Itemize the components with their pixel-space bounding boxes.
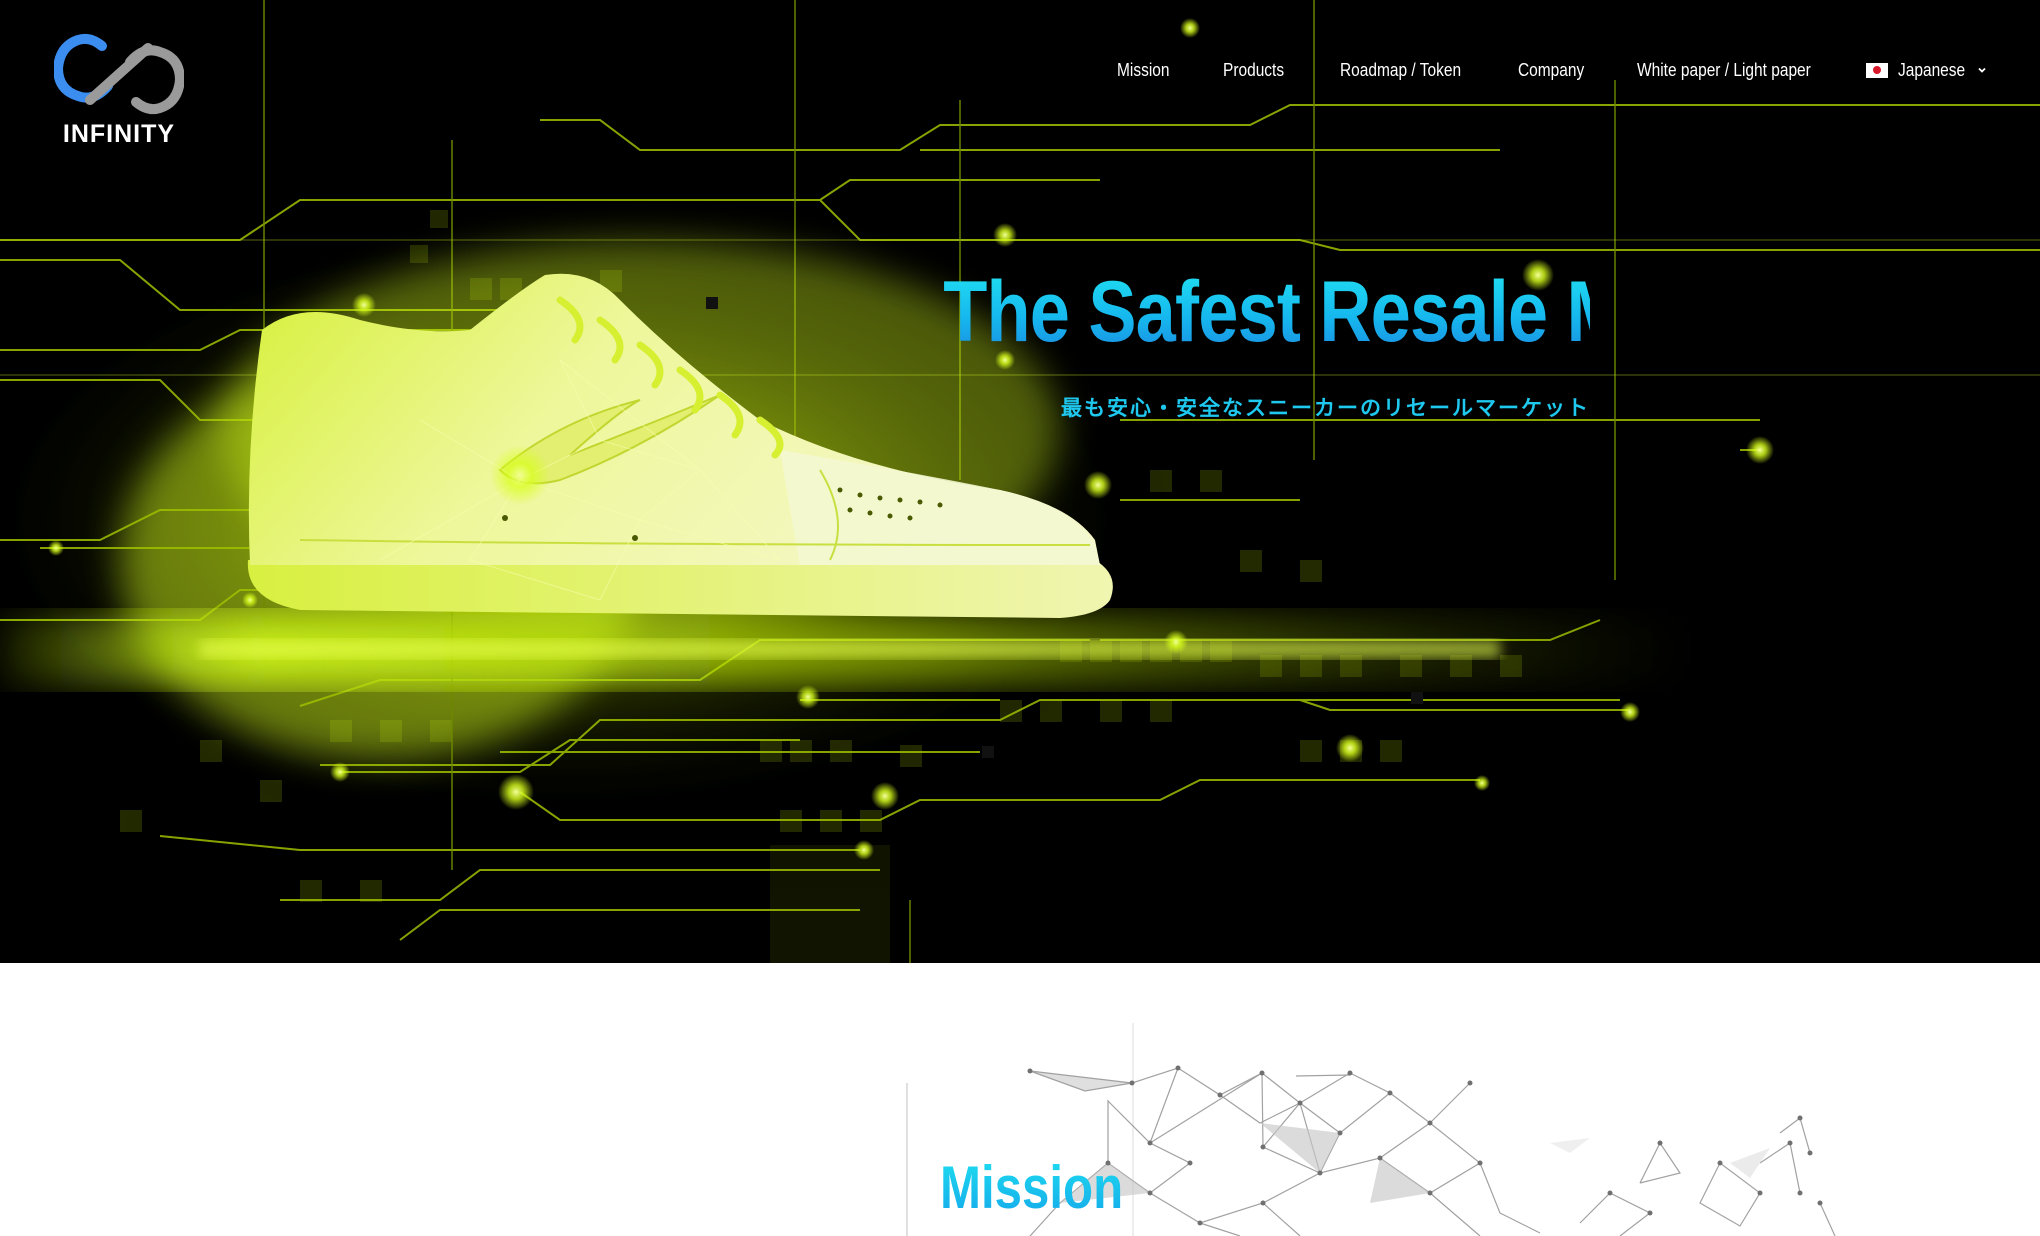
brand-name: INFINITY [62, 120, 176, 148]
hero-background-art [0, 0, 2040, 963]
hero-title: The Safest Resale Market [943, 264, 1795, 360]
language-selector[interactable]: Japanese [1866, 56, 1988, 84]
infinity-logo-icon [54, 33, 184, 115]
nav-item-white-paper[interactable]: White paper / Light paper [1637, 56, 1811, 84]
page: INFINITY Mission Products Roadmap / Toke… [0, 0, 2040, 1236]
chevron-down-icon [1978, 67, 1986, 73]
language-label: Japanese [1898, 59, 1966, 80]
japan-flag-icon [1866, 62, 1888, 78]
hero-section: INFINITY Mission Products Roadmap / Toke… [0, 0, 2040, 963]
main-nav: Mission Products Roadmap / Token Company… [1100, 56, 2000, 86]
nav-item-roadmap-token[interactable]: Roadmap / Token [1340, 56, 1461, 84]
nav-item-mission[interactable]: Mission [1117, 56, 1169, 84]
brand-logo[interactable]: INFINITY [54, 32, 184, 148]
mission-title: Mission [940, 1154, 1124, 1221]
nav-item-company[interactable]: Company [1518, 56, 1584, 84]
hero-subtitle: 最も安心・安全なスニーカーのリセールマーケット [1061, 396, 1590, 420]
nav-item-products[interactable]: Products [1223, 56, 1284, 84]
mission-section: Mission [0, 963, 2040, 1236]
